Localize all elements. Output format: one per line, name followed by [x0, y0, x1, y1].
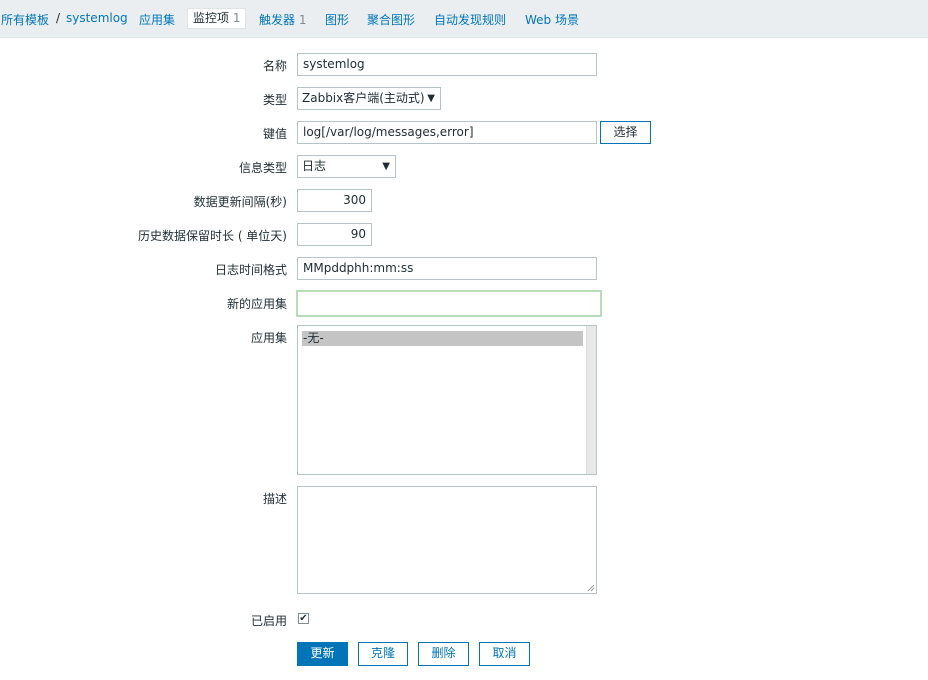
description-textarea[interactable] [297, 486, 597, 594]
type-label: 类型 [262, 93, 287, 107]
tab-items-count: 1 [232, 11, 241, 25]
update-button[interactable]: 更新 [297, 642, 348, 666]
info-type-select[interactable]: 日志 ▼ [297, 155, 396, 178]
breadcrumb-template[interactable]: systemlog [66, 11, 128, 25]
enabled-checkbox[interactable]: ✔ [298, 613, 309, 624]
name-label: 名称 [262, 59, 287, 73]
resize-handle-icon[interactable] [587, 584, 595, 592]
breadcrumb-all-templates[interactable]: 所有模板 [1, 11, 49, 28]
tab-triggers-count: 1 [298, 13, 307, 27]
apps-listbox[interactable]: -无- [297, 325, 597, 475]
type-select-value: Zabbix客户端(主动式) [302, 91, 425, 105]
enabled-label: 已启用 [250, 614, 287, 628]
caret-down-icon: ▼ [427, 93, 435, 104]
apps-label: 应用集 [250, 331, 287, 345]
delete-button[interactable]: 删除 [418, 642, 469, 666]
clone-button[interactable]: 克隆 [358, 642, 408, 666]
tab-items[interactable]: 监控项 1 [187, 8, 247, 29]
info-type-label: 信息类型 [238, 161, 287, 175]
history-input[interactable]: 90 [297, 223, 372, 246]
checkmark-icon: ✔ [299, 613, 308, 624]
cancel-button[interactable]: 取消 [479, 642, 530, 666]
type-select[interactable]: Zabbix客户端(主动式) ▼ [297, 87, 441, 110]
key-input[interactable]: log[/var/log/messages,error] [297, 121, 597, 144]
name-input[interactable]: systemlog [297, 53, 597, 76]
caret-down-icon: ▼ [382, 161, 390, 172]
description-label: 描述 [262, 492, 287, 506]
tab-items-label: 监控项 [193, 11, 230, 25]
interval-label: 数据更新间隔(秒) [193, 195, 287, 209]
tab-screens[interactable]: 聚合图形 [367, 11, 415, 28]
tab-discovery-rules[interactable]: 自动发现规则 [434, 11, 506, 28]
interval-input[interactable]: 300 [297, 189, 372, 212]
new-app-input[interactable] [296, 290, 602, 317]
breadcrumb-separator: / [56, 11, 61, 25]
new-app-label: 新的应用集 [226, 297, 287, 311]
tab-web-scenarios[interactable]: Web 场景 [525, 11, 579, 28]
key-label: 键值 [262, 127, 287, 141]
apps-option-none[interactable]: -无- [302, 331, 583, 346]
tab-graphs[interactable]: 图形 [325, 11, 349, 28]
tab-triggers-label: 触发器 [259, 13, 296, 27]
select-key-button[interactable]: 选择 [600, 121, 651, 144]
tab-triggers[interactable]: 触发器 1 [259, 11, 306, 28]
log-format-label: 日志时间格式 [214, 263, 287, 277]
template-navigation: 所有模板 / systemlog 应用集 监控项 1 触发器 1 图形 聚合图形… [0, 0, 928, 38]
info-type-select-value: 日志 [302, 159, 327, 173]
tab-applications[interactable]: 应用集 [139, 11, 175, 28]
log-format-input[interactable]: MMpddphh:mm:ss [297, 257, 597, 280]
history-label: 历史数据保留时长 ( 单位天) [138, 229, 287, 243]
apps-scrollbar[interactable] [586, 326, 596, 474]
